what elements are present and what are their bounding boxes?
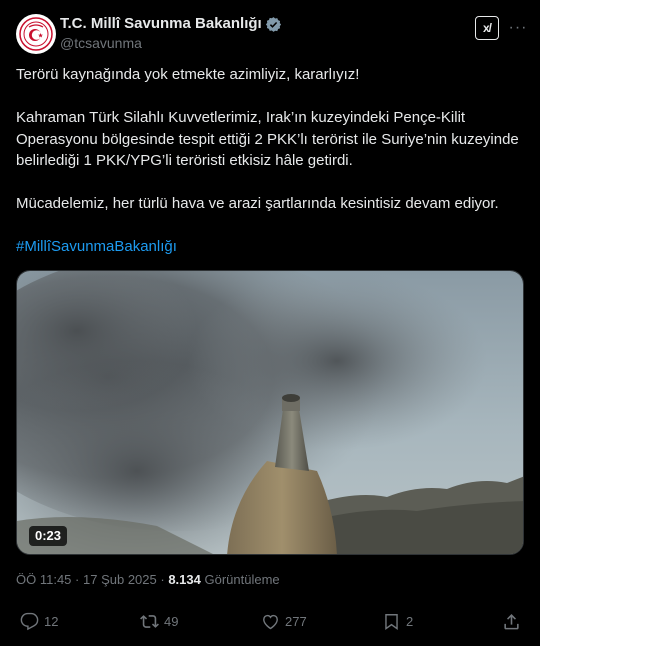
tweet-line-3: Mücadelemiz, her türlü hava ve arazi şar… bbox=[16, 195, 499, 212]
bookmark-icon bbox=[385, 614, 398, 631]
heart-icon bbox=[263, 614, 278, 630]
tweet-header: T.C. Millî Savunma Bakanlığı @tcsavunma … bbox=[16, 12, 526, 56]
more-icon: ··· bbox=[508, 19, 528, 36]
bookmark-button[interactable]: 2 bbox=[382, 612, 413, 631]
display-name-text[interactable]: T.C. Millî Savunma Bakanlığı bbox=[60, 14, 262, 34]
repost-icon bbox=[140, 615, 159, 628]
video-player[interactable]: 0:23 bbox=[16, 270, 524, 555]
views-label: Görüntüleme bbox=[204, 572, 280, 587]
share-button[interactable] bbox=[502, 612, 521, 631]
tweet-date[interactable]: 17 Şub 2025 bbox=[83, 572, 157, 587]
verified-badge-icon[interactable] bbox=[265, 16, 282, 33]
reply-count: 12 bbox=[44, 614, 59, 629]
tweet-actions: 12 49 277 2 bbox=[16, 612, 524, 638]
repost-count: 49 bbox=[164, 614, 179, 629]
ministry-emblem-icon bbox=[19, 17, 53, 51]
tweet-card: T.C. Millî Savunma Bakanlığı @tcsavunma … bbox=[0, 0, 540, 646]
bookmark-count: 2 bbox=[406, 614, 414, 629]
share-icon bbox=[504, 614, 519, 630]
more-options-button[interactable]: ··· bbox=[508, 16, 528, 40]
account-names[interactable]: T.C. Millî Savunma Bakanlığı @tcsavunma bbox=[60, 14, 282, 52]
tweet-time[interactable]: ÖÖ 11:45 bbox=[16, 572, 71, 587]
like-button[interactable]: 277 bbox=[261, 612, 307, 631]
video-duration: 0:23 bbox=[29, 526, 68, 546]
like-count: 277 bbox=[285, 614, 307, 629]
tweet-text: Terörü kaynağında yok etmekte azimliyiz,… bbox=[16, 64, 526, 258]
repost-button[interactable]: 49 bbox=[140, 612, 178, 631]
grok-button[interactable]: x/ bbox=[475, 16, 499, 40]
views-count: 8.134 bbox=[168, 572, 201, 587]
video-thumbnail bbox=[17, 271, 523, 554]
account-handle[interactable]: @tcsavunma bbox=[60, 34, 282, 52]
tweet-line-1: Terörü kaynağında yok etmekte azimliyiz,… bbox=[16, 66, 360, 83]
tweet-metadata: ÖÖ 11:45 · 17 Şub 2025 · 8.134 Görüntüle… bbox=[16, 572, 280, 587]
grok-icon: x/ bbox=[482, 21, 492, 35]
avatar[interactable] bbox=[16, 14, 56, 54]
hashtag-link[interactable]: #MillîSavunmaBakanlığı bbox=[16, 238, 177, 255]
meta-separator-2: · bbox=[160, 572, 165, 587]
meta-separator: · bbox=[75, 572, 80, 587]
reply-icon bbox=[20, 612, 39, 631]
reply-button[interactable]: 12 bbox=[20, 612, 58, 631]
display-name[interactable]: T.C. Millî Savunma Bakanlığı bbox=[60, 14, 282, 34]
tweet-line-2: Kahraman Türk Silahlı Kuvvetlerimiz, Ira… bbox=[16, 109, 519, 169]
